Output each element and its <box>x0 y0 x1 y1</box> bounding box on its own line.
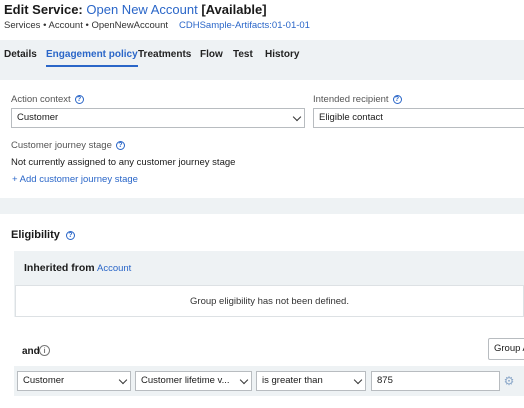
inherited-label: Inherited from <box>24 262 95 274</box>
and-label: and <box>22 346 40 357</box>
group-button[interactable]: Group A <box>488 338 524 360</box>
section-gutter <box>0 68 524 80</box>
inherited-message: Group eligibility has not been defined. <box>190 296 349 307</box>
condition-entity-select[interactable]: Customer <box>17 371 131 391</box>
intended-recipient-select[interactable]: Eligible contact <box>313 108 524 128</box>
tab-treatments[interactable]: Treatments <box>138 40 191 68</box>
info-icon[interactable]: i <box>39 345 50 356</box>
version-link[interactable]: CDHSample-Artifacts:01-01-01 <box>179 20 310 31</box>
breadcrumb-path: Services • Account • OpenNewAccount <box>4 20 169 31</box>
tab-flow[interactable]: Flow <box>200 40 223 68</box>
section-gutter <box>0 198 524 214</box>
gear-icon[interactable]: ⚙ <box>503 375 515 387</box>
chevron-down-icon <box>118 375 128 385</box>
chevron-down-icon <box>292 112 302 122</box>
chevron-down-icon <box>239 375 249 385</box>
tab-engagement-policy[interactable]: Engagement policy <box>46 40 138 68</box>
condition-value-input[interactable]: 875 <box>371 371 500 391</box>
condition-property-select[interactable]: Customer lifetime v... <box>135 371 252 391</box>
page-title: Edit Service: Open New Account [Availabl… <box>4 2 267 17</box>
tab-bar: Details Engagement policy Treatments Flo… <box>0 40 524 68</box>
help-icon[interactable]: ? <box>392 95 402 104</box>
title-link[interactable]: Open New Account <box>86 2 197 17</box>
condition-operator-select[interactable]: is greater than <box>256 371 366 391</box>
journey-stage-status: Not currently assigned to any customer j… <box>11 157 236 168</box>
tab-details[interactable]: Details <box>4 40 37 68</box>
status-badge: [Available] <box>201 2 267 17</box>
action-context-select[interactable]: Customer <box>11 108 305 128</box>
action-context-label: Action context? <box>11 94 84 105</box>
breadcrumb: Services • Account • OpenNewAccount CDHSa… <box>4 20 310 31</box>
help-icon[interactable]: ? <box>115 141 125 150</box>
help-icon[interactable]: ? <box>74 95 84 104</box>
tab-test[interactable]: Test <box>233 40 253 68</box>
intended-recipient-label: Intended recipient? <box>313 94 402 105</box>
title-prefix: Edit Service: <box>4 2 83 17</box>
chevron-down-icon <box>353 375 363 385</box>
inherited-link[interactable]: Account <box>97 263 131 274</box>
journey-stage-label: Customer journey stage? <box>11 140 125 151</box>
add-journey-stage-link[interactable]: + Add customer journey stage <box>12 174 138 185</box>
eligibility-title: Eligibility? <box>11 229 75 241</box>
tab-history[interactable]: History <box>265 40 299 68</box>
help-icon[interactable]: ? <box>65 231 75 240</box>
